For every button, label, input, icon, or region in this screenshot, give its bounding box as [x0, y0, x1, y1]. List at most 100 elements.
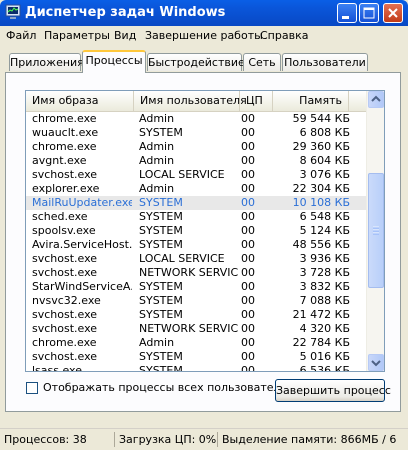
process-name: svchost.exe	[32, 308, 98, 321]
process-row[interactable]: avgnt.exe Admin 00 8 604 КБ	[26, 154, 367, 168]
process-memory: 22 784 КБ	[292, 336, 350, 349]
tab-users[interactable]: Пользователи	[282, 53, 368, 71]
process-name: svchost.exe	[32, 168, 98, 181]
process-cpu: 00	[241, 252, 255, 265]
process-memory: 5 124 КБ	[299, 224, 350, 237]
scroll-thumb[interactable]	[368, 173, 384, 288]
process-name: Avira.ServiceHost...	[32, 238, 132, 251]
process-cpu: 00	[241, 196, 255, 209]
process-name: svchost.exe	[32, 322, 98, 335]
process-user: SYSTEM	[139, 294, 183, 307]
process-row[interactable]: svchost.exe LOCAL SERVICE 00 3 936 КБ	[26, 252, 367, 266]
process-row[interactable]: chrome.exe Admin 00 59 544 КБ	[26, 112, 367, 126]
process-user: SYSTEM	[139, 224, 183, 237]
process-name: svchost.exe	[32, 252, 98, 265]
title-bar[interactable]: Диспетчер задач Windows	[0, 0, 408, 26]
process-memory: 6 548 КБ	[299, 210, 350, 223]
process-row[interactable]: wuauclt.exe SYSTEM 00 6 808 КБ	[26, 126, 367, 140]
process-cpu: 00	[241, 168, 255, 181]
process-name: sched.exe	[32, 210, 88, 223]
process-user: Admin	[139, 336, 175, 349]
process-list[interactable]: Имя образа Имя пользователя ЦП Память ch…	[25, 90, 385, 372]
end-process-button[interactable]: Завершить процесс	[275, 379, 391, 402]
process-row[interactable]: svchost.exe NETWORK SERVICE 00 4 320 КБ	[26, 322, 367, 336]
process-cpu: 00	[241, 322, 255, 335]
process-cpu: 00	[241, 336, 255, 349]
minimize-button[interactable]	[337, 3, 357, 23]
process-row[interactable]: svchost.exe SYSTEM 00 21 472 КБ	[26, 308, 367, 322]
status-memory: Выделение памяти: 866МБ / 6	[217, 432, 408, 447]
process-user: SYSTEM	[139, 350, 183, 363]
process-cpu: 00	[241, 308, 255, 321]
process-name: chrome.exe	[32, 336, 97, 349]
menu-options[interactable]: Параметры	[44, 29, 110, 42]
process-cpu: 00	[241, 112, 255, 125]
menu-shutdown[interactable]: Завершение работы	[145, 29, 263, 42]
vertical-scrollbar[interactable]	[366, 91, 384, 371]
minimize-icon	[342, 16, 349, 19]
process-cpu: 00	[241, 224, 255, 237]
status-cpu: Загрузка ЦП: 0%	[114, 432, 219, 447]
process-name: lsass.exe	[32, 364, 82, 372]
process-cpu: 00	[241, 266, 255, 279]
scroll-up-button[interactable]	[368, 91, 384, 108]
process-cpu: 00	[241, 294, 255, 307]
process-row[interactable]: explorer.exe Admin 00 22 304 КБ	[26, 182, 367, 196]
process-row[interactable]: chrome.exe Admin 00 29 360 КБ	[26, 140, 367, 154]
process-cpu: 00	[241, 364, 255, 372]
process-memory: 3 728 КБ	[299, 266, 350, 279]
menu-help[interactable]: Справка	[260, 29, 308, 42]
arrow-up-icon	[371, 95, 381, 102]
tab-applications[interactable]: Приложения	[9, 53, 84, 71]
menu-file[interactable]: Файл	[6, 29, 36, 42]
process-cpu: 00	[241, 280, 255, 293]
process-user: Admin	[139, 140, 175, 153]
process-name: MailRuUpdater.exe	[32, 196, 132, 209]
column-memory[interactable]: Память	[273, 91, 349, 111]
process-user: LOCAL SERVICE	[139, 252, 225, 265]
tab-network[interactable]: Сеть	[243, 53, 281, 71]
process-row[interactable]: lsass.exe SYSTEM 00 6 536 КБ	[26, 364, 367, 372]
tab-processes[interactable]: Процессы	[82, 50, 146, 73]
process-memory: 29 360 КБ	[292, 140, 350, 153]
process-memory: 3 936 КБ	[299, 252, 350, 265]
close-button[interactable]	[383, 3, 403, 23]
scroll-down-button[interactable]	[368, 354, 384, 371]
arrow-down-icon	[371, 360, 381, 367]
process-row[interactable]: svchost.exe LOCAL SERVICE 00 3 076 КБ	[26, 168, 367, 182]
show-all-users-label[interactable]: Отображать процессы всех пользователей	[43, 381, 294, 394]
process-memory: 8 604 КБ	[299, 154, 350, 167]
process-user: SYSTEM	[139, 126, 183, 139]
process-row[interactable]: nvsvc32.exe SYSTEM 00 7 088 КБ	[26, 294, 367, 308]
tab-performance[interactable]: Быстродействие	[147, 53, 245, 71]
process-row[interactable]: spoolsv.exe SYSTEM 00 5 124 КБ	[26, 224, 367, 238]
close-icon	[388, 8, 398, 18]
process-row[interactable]: sched.exe SYSTEM 00 6 548 КБ	[26, 210, 367, 224]
process-row[interactable]: MailRuUpdater.exe SYSTEM 00 10 108 КБ	[26, 196, 367, 210]
process-row[interactable]: svchost.exe SYSTEM 00 5 016 КБ	[26, 350, 367, 364]
column-image-name[interactable]: Имя образа	[26, 91, 134, 111]
process-row[interactable]: StarWindServiceA... SYSTEM 00 3 832 КБ	[26, 280, 367, 294]
process-row[interactable]: chrome.exe Admin 00 22 784 КБ	[26, 336, 367, 350]
process-cpu: 00	[241, 182, 255, 195]
menu-bar: Файл Параметры Вид Завершение работы Спр…	[0, 26, 408, 46]
process-memory: 6 536 КБ	[299, 364, 350, 372]
process-user: SYSTEM	[139, 364, 183, 372]
menu-view[interactable]: Вид	[114, 29, 136, 42]
column-user-name[interactable]: Имя пользователя	[134, 91, 247, 111]
process-memory: 3 076 КБ	[299, 168, 350, 181]
process-memory: 6 808 КБ	[299, 126, 350, 139]
process-memory: 4 320 КБ	[299, 322, 350, 335]
process-user: LOCAL SERVICE	[139, 168, 225, 181]
process-name: explorer.exe	[32, 182, 100, 195]
show-all-users-checkbox[interactable]	[26, 382, 38, 394]
maximize-icon	[363, 7, 375, 19]
column-cpu[interactable]: ЦП	[240, 91, 273, 111]
process-cpu: 00	[241, 140, 255, 153]
process-row[interactable]: Avira.ServiceHost... SYSTEM 00 48 556 КБ	[26, 238, 367, 252]
process-row[interactable]: svchost.exe NETWORK SERVICE 00 3 728 КБ	[26, 266, 367, 280]
process-memory: 3 832 КБ	[299, 280, 350, 293]
process-name: chrome.exe	[32, 140, 97, 153]
maximize-button[interactable]	[359, 3, 379, 23]
process-user: SYSTEM	[139, 196, 183, 209]
